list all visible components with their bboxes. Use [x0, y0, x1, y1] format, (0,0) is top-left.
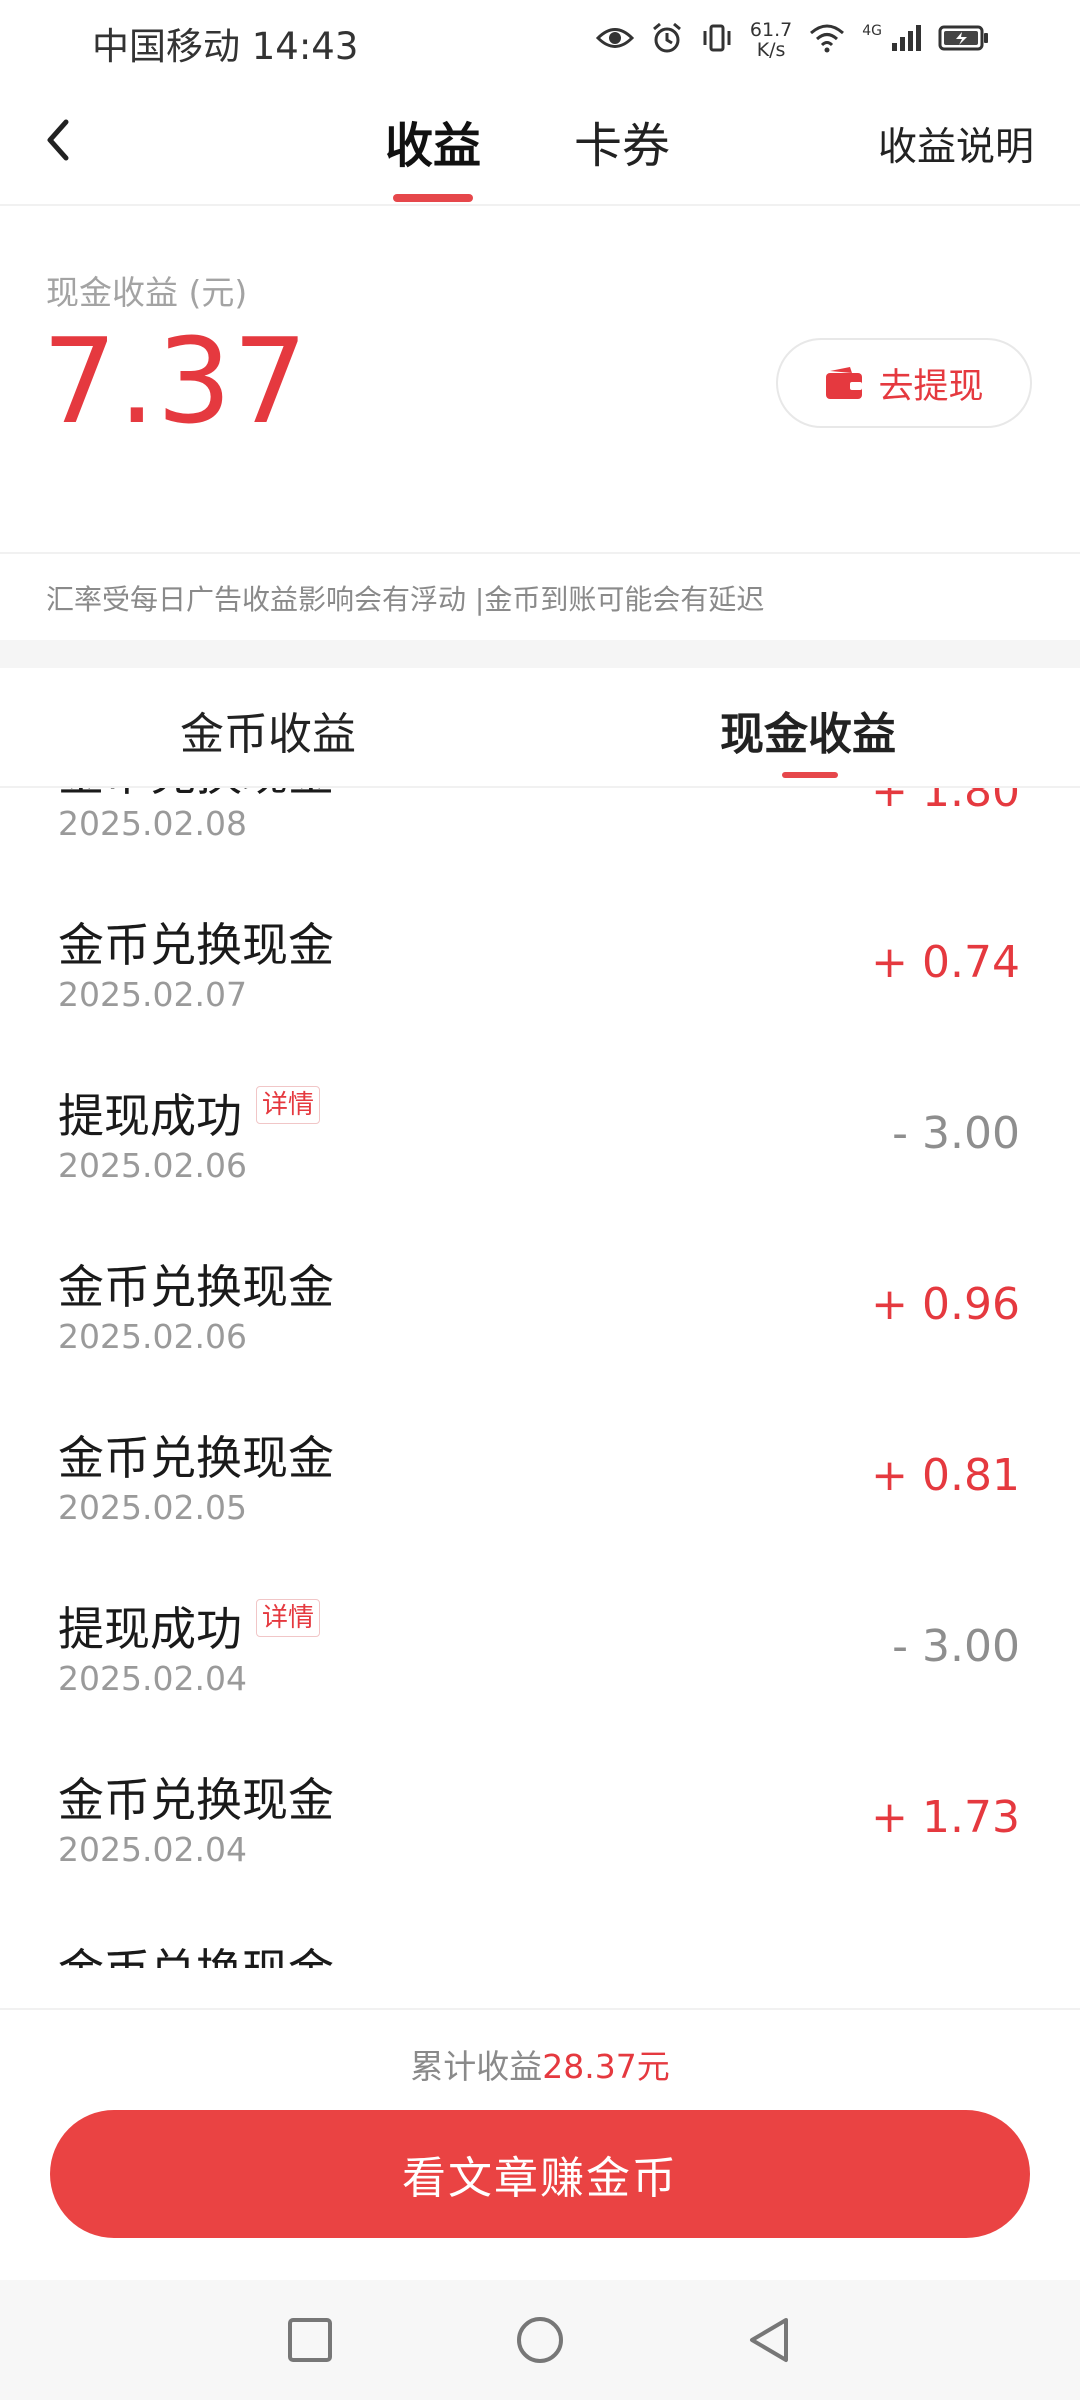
cash-earnings-amount: 7.37: [42, 312, 309, 450]
system-nav-bar: [0, 2280, 1080, 2400]
list-item[interactable]: 金币兑换现金 2025.02.05 + 0.81: [0, 1380, 1080, 1551]
record-title: 金币兑换现金: [58, 1935, 334, 1968]
eye-icon: [595, 25, 635, 55]
earnings-type-tabs: 金币收益 现金收益: [0, 668, 1080, 788]
record-amount: + 0.81: [871, 1450, 1020, 1501]
total-earnings-label: 累计收益: [410, 2047, 543, 2086]
circle-icon: [517, 2317, 563, 2363]
tab-cash-earnings[interactable]: 现金收益: [720, 698, 896, 762]
cash-earnings-label: 现金收益 (元): [46, 273, 248, 312]
exchange-notice: 汇率受每日广告收益影响会有浮动 |金币到账可能会有延迟: [46, 583, 765, 616]
details-badge[interactable]: 详情: [256, 1599, 321, 1637]
system-back-button[interactable]: [740, 2310, 800, 2370]
tab-indicator: [393, 194, 473, 202]
top-nav: 收益 卡券 收益说明: [0, 80, 1080, 206]
status-icons: 61.7 K/s 4G: [595, 14, 990, 66]
record-amount: + 1.73: [871, 1792, 1020, 1843]
section-gap: [0, 640, 1080, 668]
status-bar: 中国移动 14:43 61.7 K/s 4G: [0, 0, 1080, 80]
home-button[interactable]: [510, 2310, 570, 2370]
list-item[interactable]: 金币兑换现金: [0, 1893, 1080, 1968]
list-item[interactable]: 提现成功 详情 2025.02.06 - 3.00: [0, 1038, 1080, 1209]
record-title: 提现成功: [58, 1602, 242, 1656]
battery-icon: [938, 24, 990, 56]
signal-icon: [890, 23, 922, 57]
vibrate-icon: [700, 21, 734, 59]
record-date: 2025.02.07: [58, 975, 247, 1014]
net-speed-unit: K/s: [756, 39, 786, 61]
record-date: 2025.02.04: [58, 1830, 247, 1869]
record-amount: + 0.74: [871, 937, 1020, 988]
carrier-time: 中国移动 14:43: [92, 25, 359, 68]
earnings-explanation-link[interactable]: 收益说明: [878, 116, 1034, 172]
triangle-back-icon: [750, 2318, 788, 2362]
record-title: 提现成功: [58, 1089, 242, 1143]
record-date: 2025.02.04: [58, 1659, 247, 1698]
withdraw-button[interactable]: 去提现: [776, 338, 1032, 428]
list-item[interactable]: 金币兑换现金 2025.02.04 + 1.73: [0, 1722, 1080, 1893]
square-icon: [288, 2318, 332, 2362]
record-amount: + 0.96: [871, 1279, 1020, 1330]
net-speed-value: 61.7: [749, 19, 793, 41]
record-amount: + 1.80: [871, 788, 1020, 817]
list-item[interactable]: 金币兑换现金 2025.02.06 + 0.96: [0, 1209, 1080, 1380]
tab-coin-earnings[interactable]: 金币收益: [180, 698, 356, 762]
network-gen: 4G: [862, 23, 882, 39]
record-amount: - 3.00: [892, 1108, 1020, 1159]
tab-coupons[interactable]: 卡券: [574, 106, 670, 176]
list-item[interactable]: 金币兑换现金 2025.02.08 + 1.80: [0, 788, 1080, 867]
record-amount: - 3.00: [892, 1621, 1020, 1672]
record-title: 金币兑换现金: [58, 918, 334, 972]
tab-earnings[interactable]: 收益: [385, 106, 481, 176]
list-item[interactable]: 提现成功 详情 2025.02.04 - 3.00: [0, 1551, 1080, 1722]
footer-divider: [0, 2008, 1080, 2010]
record-title: 金币兑换现金: [58, 1431, 334, 1485]
net-speed: 61.7 K/s: [750, 20, 792, 60]
details-badge[interactable]: 详情: [256, 1086, 321, 1124]
total-earnings: 累计收益28.37元: [0, 2040, 1080, 2088]
record-title: 金币兑换现金: [58, 1773, 334, 1827]
back-button[interactable]: [30, 110, 90, 170]
record-date: 2025.02.08: [58, 804, 247, 843]
record-title: 金币兑换现金: [58, 788, 334, 804]
read-articles-earn-coins-button[interactable]: 看文章赚金币: [50, 2110, 1030, 2238]
withdraw-label: 去提现: [878, 366, 984, 407]
records-list[interactable]: 金币兑换现金 2025.02.08 + 1.80 金币兑换现金 2025.02.…: [0, 788, 1080, 1968]
divider: [0, 552, 1080, 554]
record-date: 2025.02.05: [58, 1488, 247, 1527]
record-date: 2025.02.06: [58, 1317, 247, 1356]
list-item[interactable]: 金币兑换现金 2025.02.07 + 0.74: [0, 867, 1080, 1038]
total-earnings-amount: 28.37元: [542, 2047, 670, 2086]
record-title: 金币兑换现金: [58, 1260, 334, 1314]
wallet-icon: [826, 367, 863, 399]
sub-tab-indicator: [782, 772, 838, 778]
wifi-icon: [808, 23, 846, 57]
chevron-left-icon: [47, 119, 69, 161]
alarm-icon: [650, 21, 684, 59]
record-date: 2025.02.06: [58, 1146, 247, 1185]
recent-apps-button[interactable]: [280, 2310, 340, 2370]
